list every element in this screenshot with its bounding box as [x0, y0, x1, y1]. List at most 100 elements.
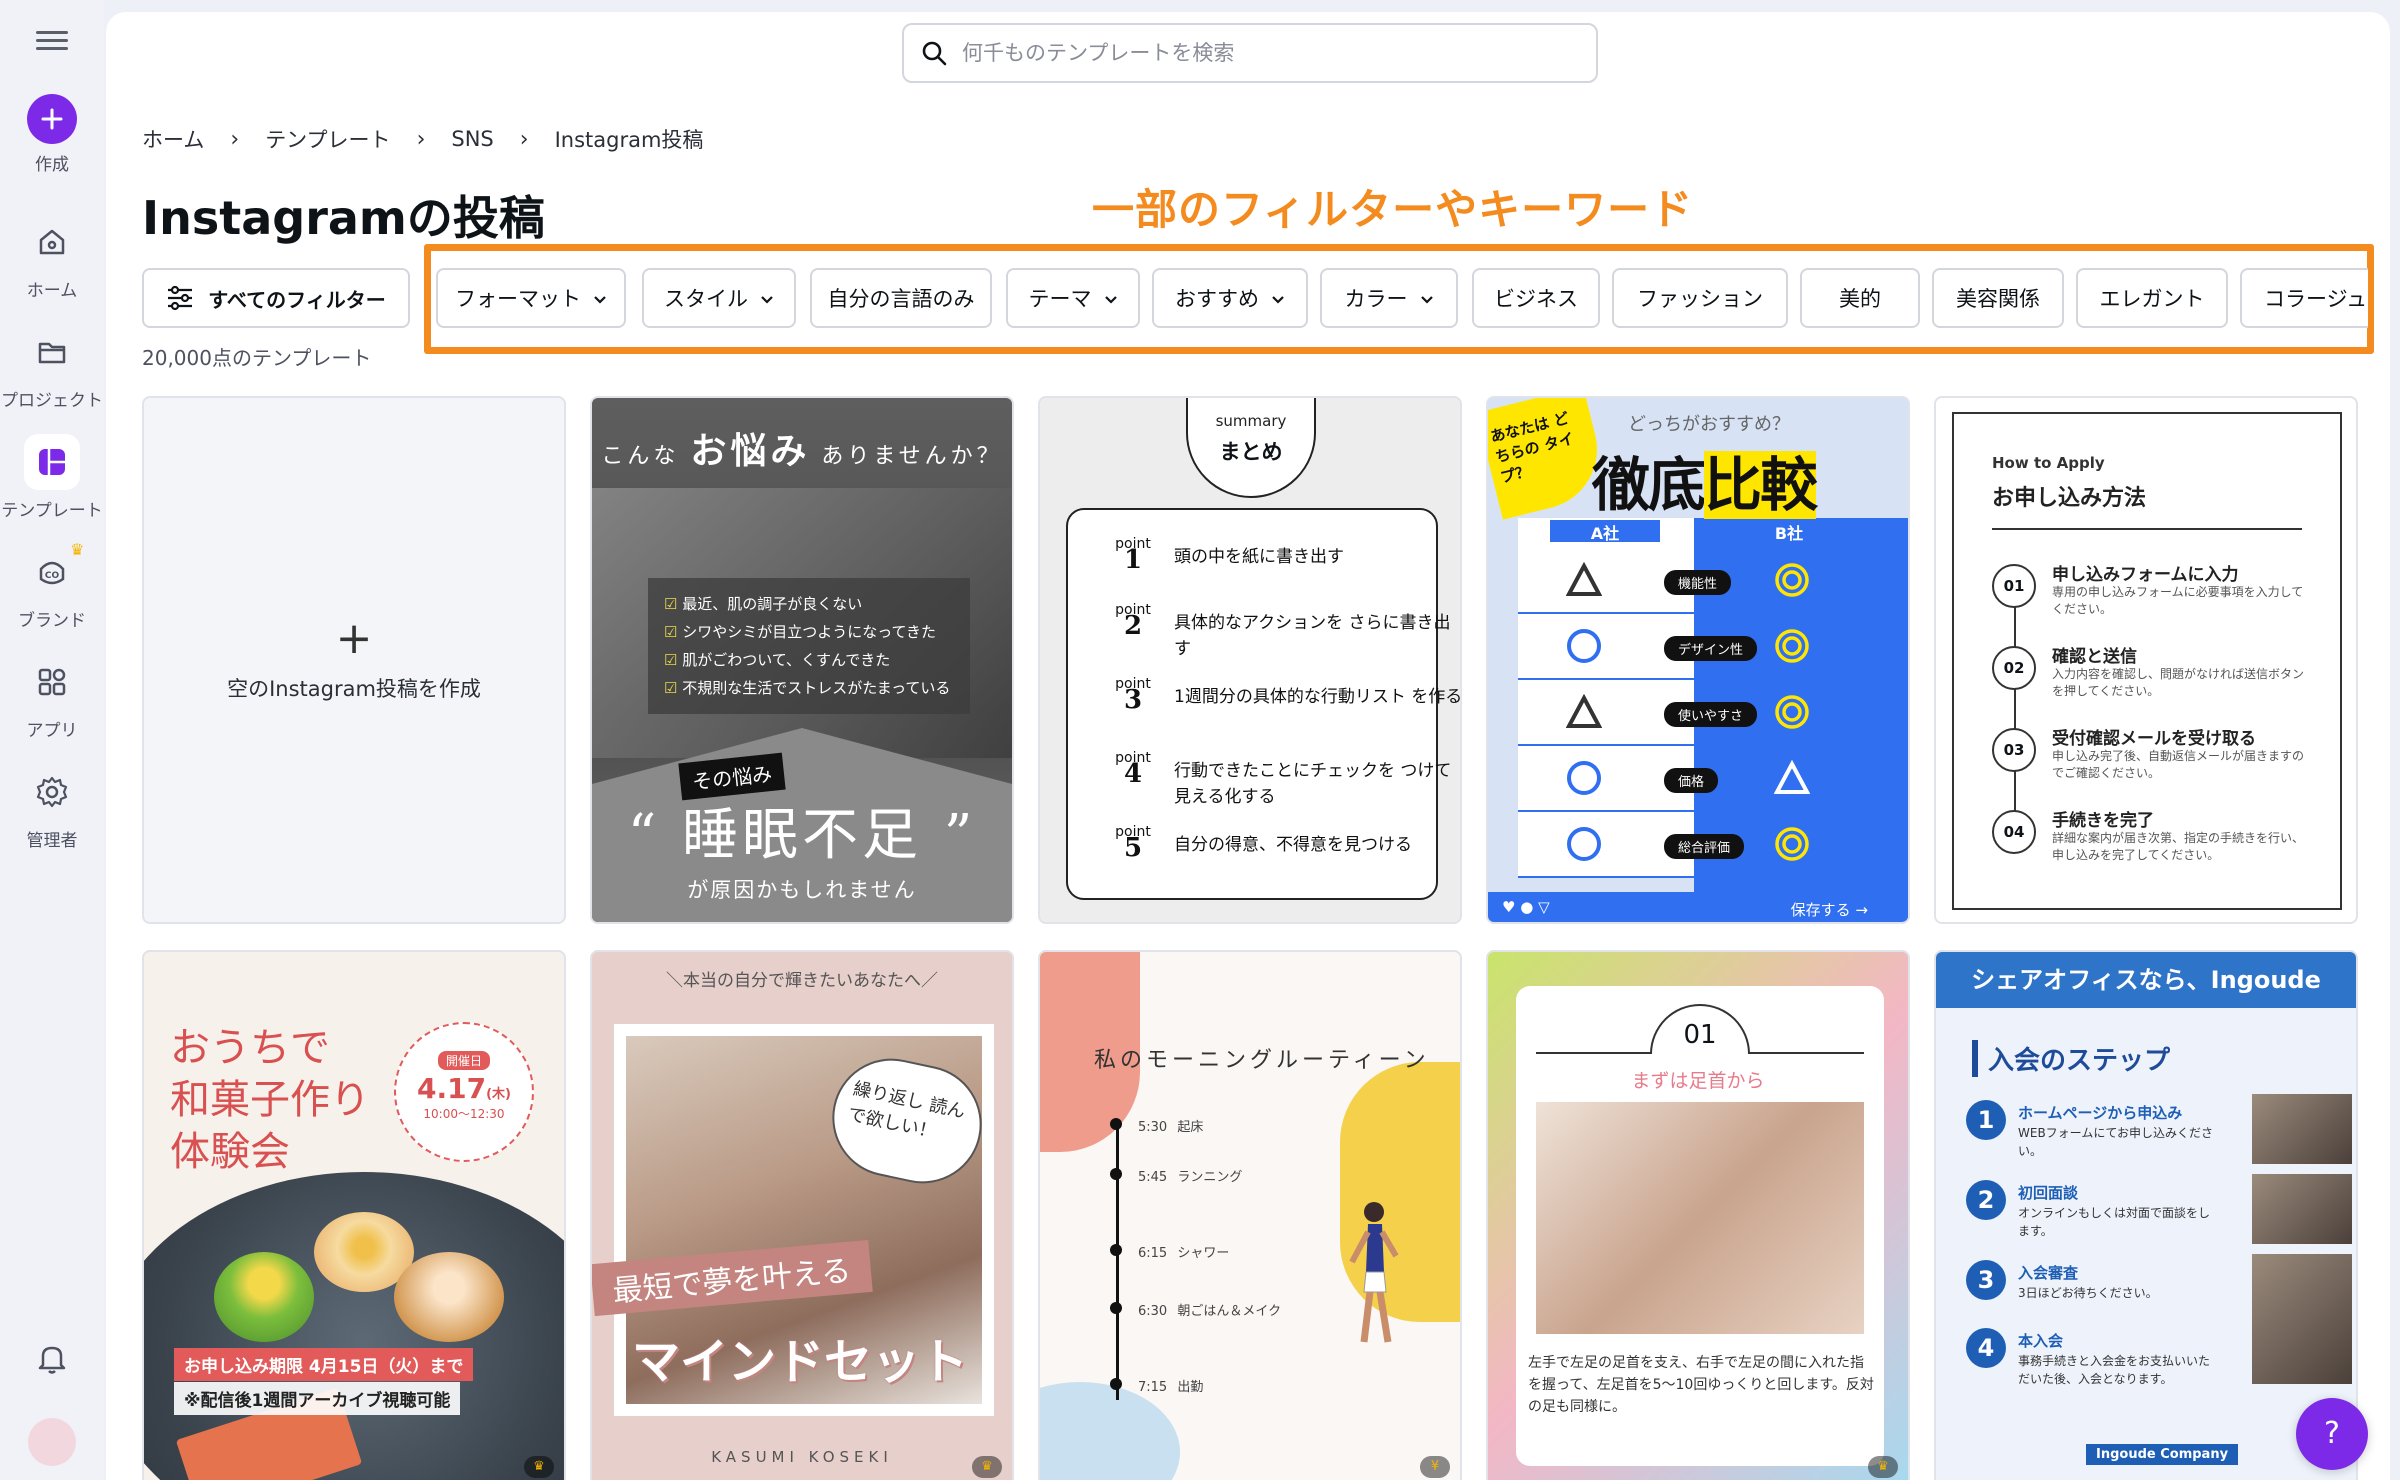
bell-icon[interactable] — [34, 1340, 70, 1380]
sidebar-item-projects[interactable]: プロジェクト — [0, 324, 104, 411]
double-circle-icon — [1775, 563, 1809, 597]
sidebar-item-create[interactable]: 作成 — [0, 94, 104, 175]
chip-label: テーマ — [1028, 287, 1092, 311]
avatar[interactable] — [28, 1418, 76, 1466]
timeline-event: 6:15 シャワー — [1110, 1242, 1229, 1261]
filter-beauty[interactable]: 美容関係 — [1932, 268, 2064, 328]
apply-title: お申し込み方法 — [1992, 486, 2147, 511]
triangle-icon — [1774, 760, 1810, 794]
chevron-down-icon — [1420, 286, 1434, 310]
compare-footer: ♥ ● ▽ 保存する → — [1488, 892, 1908, 922]
svg-text:CO: CO — [45, 571, 60, 581]
plus-icon: + — [335, 613, 373, 664]
breadcrumb-sns[interactable]: SNS — [451, 127, 493, 151]
filter-aesthetic[interactable]: 美的 — [1800, 268, 1920, 328]
double-circle-icon — [1775, 695, 1809, 729]
sidebar-item-apps[interactable]: アプリ — [0, 654, 104, 741]
template-card-foot[interactable]: 01 まずは足首から 左手で左足の足首を支え、右手で左足の間に入れた指を握って、… — [1486, 950, 1910, 1480]
filter-format[interactable]: フォーマット — [436, 268, 626, 328]
chip-label: ファッション — [1637, 287, 1763, 311]
sidebar-item-label: テンプレート — [1, 501, 103, 521]
plus-icon — [27, 94, 77, 144]
template-photo — [2252, 1094, 2352, 1164]
chip-label: 美容関係 — [1956, 287, 2040, 311]
compare-col-a: A社 — [1550, 520, 1660, 543]
chip-label: 自分の言語のみ — [827, 287, 975, 311]
menu-icon[interactable] — [36, 26, 68, 58]
timeline-event: 5:30 起床 — [1110, 1116, 1203, 1135]
breadcrumb-templates[interactable]: テンプレート — [265, 124, 390, 154]
apply-subtitle: How to Apply — [1992, 454, 2105, 472]
template-card-dream[interactable]: ＼本当の自分で輝きたいあなたへ／ 繰り返し 読んで欲しい！ 最短で夢を叶える マ… — [590, 950, 1014, 1480]
chevron-down-icon — [593, 286, 607, 310]
template-card-apply[interactable]: How to Apply お申し込み方法 01 申し込みフォームに入力 専用の申し込… — [1934, 396, 2358, 924]
wagashi-date-badge: 開催日 4.17(木) 10:00〜12:30 — [394, 1022, 534, 1162]
search-icon — [922, 41, 947, 66]
template-card-compare[interactable]: A社 B社 あなたは どちらの タイプ？ どっちがおすすめ？ 徹底比較 機能性 … — [1486, 396, 1910, 924]
help-button[interactable]: ? — [2296, 1398, 2368, 1470]
compare-title: 徹底比較 — [1592, 451, 1818, 519]
crown-icon: ♛ — [972, 1456, 1002, 1478]
chevron-down-icon — [760, 286, 774, 310]
filter-fashion[interactable]: ファッション — [1612, 268, 1788, 328]
template-card-summary[interactable]: summary まとめ point 1 頭の中を紙に書き出す point 2 具体的なア… — [1038, 396, 1462, 924]
filter-business[interactable]: ビジネス — [1472, 268, 1600, 328]
home-icon — [24, 214, 80, 270]
compare-question: どっちがおすすめ？ — [1628, 414, 1790, 435]
breadcrumb: ホーム › テンプレート › SNS › Instagram投稿 — [142, 124, 703, 154]
template-photo — [1536, 1102, 1864, 1334]
chip-label: カラー — [1344, 287, 1408, 311]
sidebar-item-templates[interactable]: テンプレート — [0, 434, 104, 521]
filter-style[interactable]: スタイル — [642, 268, 796, 328]
filter-collage[interactable]: コラージュ — [2240, 268, 2368, 328]
template-card-office[interactable]: シェアオフィスなら、Ingoude 入会のステップ 1 ホームページから申込み WE… — [1934, 950, 2358, 1480]
templates-icon — [24, 434, 80, 490]
all-filters-button[interactable]: すべてのフィルター — [142, 268, 410, 328]
sidebar-item-label: プロジェクト — [1, 391, 103, 411]
office-company: Ingoude Company — [2086, 1444, 2239, 1465]
circle-icon — [1567, 629, 1601, 663]
filter-elegant[interactable]: エレガント — [2076, 268, 2228, 328]
sidebar-item-brand[interactable]: ♛ CO ブランド — [0, 540, 104, 631]
template-card-morning[interactable]: 私のモーニングルーティーン 5:30 起床 5:45 ランニング 6:15 シャ… — [1038, 950, 1462, 1480]
chevron-down-icon — [1104, 286, 1118, 310]
gear-icon — [24, 764, 80, 820]
template-question: こんな お悩み ありませんか？ — [601, 430, 1003, 472]
chip-label: コラージュ — [2264, 287, 2368, 311]
foot-subtitle: まずは足首から — [1631, 1070, 1765, 1092]
crown-icon: ♛ — [1868, 1456, 1898, 1478]
template-card-wagashi[interactable]: おうちで 和菓子作り 体験会 開催日 4.17(木) 10:00〜12:30 お… — [142, 950, 566, 1480]
double-circle-icon — [1775, 629, 1809, 663]
chip-label: 美的 — [1839, 287, 1881, 311]
runner-illustration — [1349, 1202, 1399, 1343]
create-blank-card[interactable]: + 空のInstagram投稿を作成 — [142, 396, 566, 924]
send-icon: ▽ — [1538, 898, 1550, 916]
wagashi-title: おうちで 和菓子作り 体験会 — [170, 1025, 370, 1175]
chip-label: フォーマット — [455, 287, 581, 311]
circle-icon — [1567, 827, 1601, 861]
breadcrumb-home[interactable]: ホーム — [142, 124, 204, 154]
sidebar-item-label: ブランド — [18, 611, 86, 631]
filter-recommended[interactable]: おすすめ — [1152, 268, 1308, 328]
compare-col-b: B社 — [1734, 520, 1844, 543]
sidebar-item-admin[interactable]: 管理者 — [0, 764, 104, 851]
comment-icon: ● — [1520, 898, 1534, 916]
heart-icon: ♥ — [1502, 898, 1516, 916]
crown-icon: ♛ — [70, 540, 85, 559]
search-bar[interactable] — [902, 23, 1598, 83]
chevron-down-icon — [1271, 286, 1285, 310]
template-photo — [2252, 1174, 2352, 1244]
double-circle-icon — [1775, 827, 1809, 861]
create-blank-label: 空のInstagram投稿を作成 — [227, 677, 481, 701]
search-input[interactable] — [962, 41, 1562, 65]
filter-theme[interactable]: テーマ — [1006, 268, 1140, 328]
folder-icon — [24, 324, 80, 380]
sidebar-item-home[interactable]: ホーム — [0, 214, 104, 301]
template-card-sleep[interactable]: こんな お悩み ありませんか？ 最近、肌の調子が良くない シワやシミが目立つよう… — [590, 396, 1014, 924]
timeline-event: 5:45 ランニング — [1110, 1166, 1242, 1185]
compare-row: 使いやすさ — [1518, 680, 1882, 746]
crown-icon: ♛ — [524, 1456, 554, 1478]
filter-my-language[interactable]: 自分の言語のみ — [810, 268, 992, 328]
sidebar-item-label: 作成 — [35, 155, 69, 175]
filter-color[interactable]: カラー — [1320, 268, 1458, 328]
